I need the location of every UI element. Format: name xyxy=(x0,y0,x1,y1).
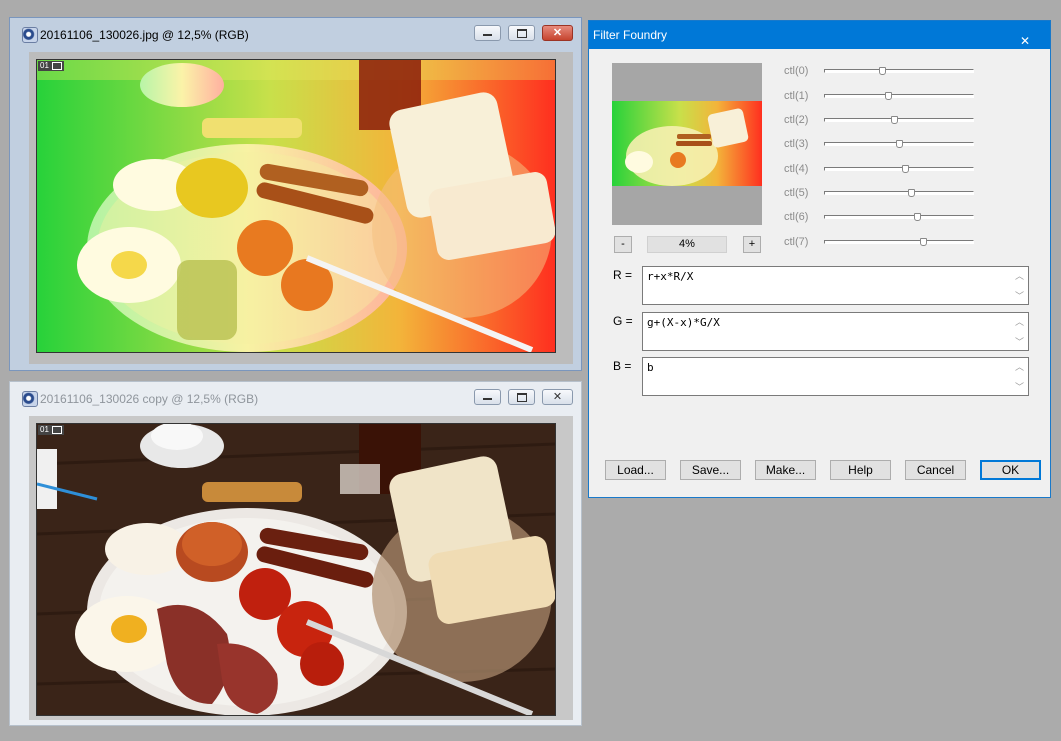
layer-badge: 01 xyxy=(38,425,64,435)
dialog-close-button[interactable]: ✕ xyxy=(1016,21,1050,49)
filter-preview[interactable] xyxy=(612,63,762,225)
zoom-in-button[interactable]: + xyxy=(743,236,761,253)
document-window-copy[interactable]: 20161106_130026 copy @ 12,5% (RGB) ✕ 01 xyxy=(9,381,582,726)
expr-text[interactable]: b xyxy=(647,361,654,374)
scroll-down-icon[interactable]: ﹀ xyxy=(1015,289,1024,302)
expr-scrollbar[interactable]: ︿ ﹀ xyxy=(1013,359,1027,394)
window-titlebar[interactable]: 20161106_130026.jpg @ 12,5% (RGB) ✕ xyxy=(10,18,581,52)
document-window-filtered[interactable]: 20161106_130026.jpg @ 12,5% (RGB) ✕ 01 xyxy=(9,17,582,371)
ok-button[interactable]: OK xyxy=(980,460,1041,480)
slider-thumb[interactable] xyxy=(890,116,898,124)
maximize-icon xyxy=(516,392,527,402)
scroll-down-icon[interactable]: ﹀ xyxy=(1015,380,1024,393)
ctl-label: ctl(7) xyxy=(784,236,809,248)
photoshop-document-icon xyxy=(22,391,38,407)
photo-original[interactable]: 01 xyxy=(36,423,556,716)
ctl-label: ctl(1) xyxy=(784,90,809,102)
cancel-button[interactable]: Cancel xyxy=(905,460,966,480)
minimize-icon xyxy=(483,397,492,400)
expr-scrollbar[interactable]: ︿ ﹀ xyxy=(1013,268,1027,303)
expr-text[interactable]: g+(X-x)*G/X xyxy=(647,316,720,329)
filter-foundry-dialog[interactable]: Filter Foundry ✕ - 4% + ctl(0) ctl(1) ct… xyxy=(588,20,1051,498)
slider-thumb[interactable] xyxy=(908,189,916,197)
ctl-slider-3[interactable] xyxy=(824,140,974,148)
close-icon: ✕ xyxy=(552,27,563,39)
ctl-label: ctl(6) xyxy=(784,211,809,223)
expr-field-b[interactable]: b ︿ ﹀ xyxy=(642,357,1029,396)
zoom-out-button[interactable]: - xyxy=(614,236,632,253)
window-title: 20161106_130026 copy @ 12,5% (RGB) xyxy=(40,392,259,406)
scroll-up-icon[interactable]: ︿ xyxy=(1015,315,1024,328)
ctl-slider-5[interactable] xyxy=(824,189,974,197)
ctl-slider-2[interactable] xyxy=(824,116,974,124)
dialog-title: Filter Foundry xyxy=(593,28,668,42)
close-button[interactable]: ✕ xyxy=(542,389,573,405)
slider-thumb[interactable] xyxy=(884,92,892,100)
expr-text[interactable]: r+x*R/X xyxy=(647,270,693,283)
ctl-slider-0[interactable] xyxy=(824,67,974,75)
photoshop-document-icon xyxy=(22,27,38,43)
slider-thumb[interactable] xyxy=(914,213,922,221)
expr-field-r[interactable]: r+x*R/X ︿ ﹀ xyxy=(642,266,1029,305)
canvas-area[interactable]: 01 xyxy=(29,52,573,364)
layer-badge: 01 xyxy=(38,61,64,71)
expr-label-b: B = xyxy=(613,359,632,373)
maximize-icon xyxy=(516,28,527,38)
breakfast-photo xyxy=(37,424,555,715)
slider-thumb[interactable] xyxy=(878,67,886,75)
zoom-level: 4% xyxy=(647,236,727,253)
ctl-label: ctl(2) xyxy=(784,114,809,126)
ctl-slider-6[interactable] xyxy=(824,213,974,221)
expr-scrollbar[interactable]: ︿ ﹀ xyxy=(1013,314,1027,349)
ctl-label: ctl(5) xyxy=(784,187,809,199)
maximize-button[interactable] xyxy=(508,389,535,405)
window-title: 20161106_130026.jpg @ 12,5% (RGB) xyxy=(40,28,249,42)
ctl-slider-1[interactable] xyxy=(824,92,974,100)
slider-thumb[interactable] xyxy=(902,165,910,173)
save-button[interactable]: Save... xyxy=(680,460,741,480)
maximize-button[interactable] xyxy=(508,25,535,41)
expr-label-g: G = xyxy=(613,314,633,328)
minimize-icon xyxy=(483,33,492,36)
scroll-down-icon[interactable]: ﹀ xyxy=(1015,335,1024,348)
window-titlebar[interactable]: 20161106_130026 copy @ 12,5% (RGB) ✕ xyxy=(10,382,581,416)
dialog-titlebar[interactable]: Filter Foundry ✕ xyxy=(589,21,1050,49)
photo-filtered[interactable]: 01 xyxy=(36,59,556,353)
ctl-label: ctl(0) xyxy=(784,65,809,77)
close-icon: ✕ xyxy=(552,391,563,403)
make-button[interactable]: Make... xyxy=(755,460,816,480)
scroll-up-icon[interactable]: ︿ xyxy=(1015,269,1024,282)
minimize-button[interactable] xyxy=(474,389,501,405)
expr-field-g[interactable]: g+(X-x)*G/X ︿ ﹀ xyxy=(642,312,1029,351)
slider-thumb[interactable] xyxy=(896,140,904,148)
ctl-label: ctl(3) xyxy=(784,138,809,150)
ctl-slider-7[interactable] xyxy=(824,238,974,246)
breakfast-photo-rg-tinted xyxy=(37,60,555,352)
load-button[interactable]: Load... xyxy=(605,460,666,480)
minimize-button[interactable] xyxy=(474,25,501,41)
expr-label-r: R = xyxy=(613,268,633,282)
canvas-area[interactable]: 01 xyxy=(29,416,573,720)
ctl-slider-4[interactable] xyxy=(824,165,974,173)
slider-thumb[interactable] xyxy=(920,238,928,246)
close-button[interactable]: ✕ xyxy=(542,25,573,41)
ctl-label: ctl(4) xyxy=(784,163,809,175)
scroll-up-icon[interactable]: ︿ xyxy=(1015,360,1024,373)
help-button[interactable]: Help xyxy=(830,460,891,480)
preview-image xyxy=(612,101,762,186)
close-icon: ✕ xyxy=(1020,34,1031,48)
